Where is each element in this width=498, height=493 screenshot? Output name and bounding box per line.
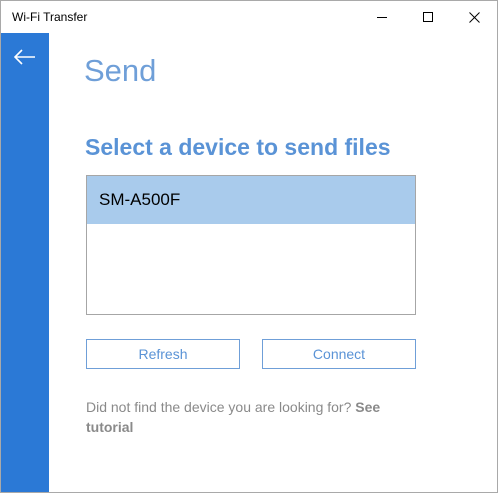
maximize-icon [423,12,433,22]
navigation-sidebar [1,33,49,492]
back-button[interactable] [1,33,49,81]
help-message: Did not find the device you are looking … [86,397,416,437]
device-name: SM-A500F [99,190,181,209]
device-list[interactable]: SM-A500F [86,175,416,315]
page-title: Send [84,53,157,88]
window-title: Wi-Fi Transfer [12,10,88,24]
refresh-button[interactable]: Refresh [86,339,240,369]
maximize-button[interactable] [405,1,451,33]
device-list-item[interactable]: SM-A500F [87,176,415,224]
connect-button[interactable]: Connect [262,339,416,369]
title-bar[interactable]: Wi-Fi Transfer [1,1,497,33]
close-button[interactable] [451,1,497,33]
help-text: Did not find the device you are looking … [86,399,352,415]
close-icon [468,11,480,23]
minimize-button[interactable] [359,1,405,33]
minimize-icon [377,17,387,18]
app-window: Wi-Fi Transfer Send Select a device to s… [0,0,498,493]
page-subtitle: Select a device to send files [85,134,391,160]
arrow-left-icon [14,49,35,65]
